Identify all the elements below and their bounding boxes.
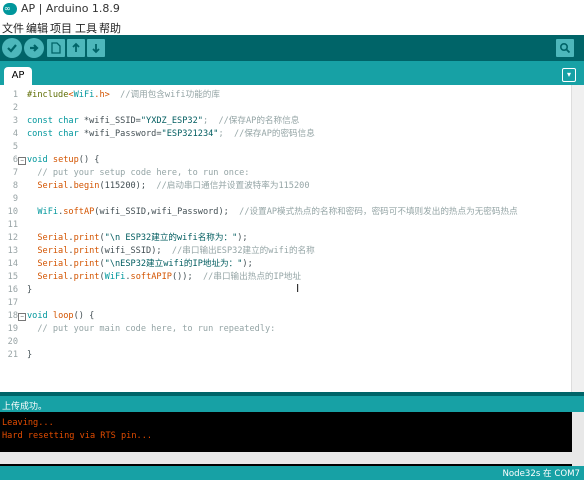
line-number: 5: [12, 142, 18, 152]
code-line[interactable]: 11: [0, 219, 584, 232]
code-editor[interactable]: 1 #include<WiFi.h> //调用包含wifi功能的库 2 3 const …: [0, 85, 584, 392]
status-message: 上传成功。: [2, 402, 48, 412]
line-number: 20: [7, 337, 18, 347]
code-line[interactable]: 14 Serial.print("\nESP32建立wifi的IP地址为：");: [0, 258, 584, 271]
tabs-bar: AP ▾: [0, 61, 584, 85]
code-text: const char *wifi_Password="ESP321234"; /…: [27, 129, 315, 139]
code-text: const char *wifi_SSID="YXDZ_ESP32"; //保存…: [27, 116, 300, 126]
code-line[interactable]: 8 Serial.begin(115200); //启动串口通信并设置波特率为1…: [0, 180, 584, 193]
code-line[interactable]: 4 const char *wifi_Password="ESP321234"; …: [0, 128, 584, 141]
code-line[interactable]: 16}: [0, 284, 584, 297]
window-title: AP | Arduino 1.8.9: [21, 2, 120, 15]
code-text: void setup() {: [27, 155, 100, 165]
line-number: 9: [12, 194, 18, 204]
save-button[interactable]: [87, 39, 105, 57]
editor-vertical-scrollbar[interactable]: [571, 85, 584, 392]
line-number: 19: [7, 324, 18, 334]
arduino-logo-icon: ∞: [3, 3, 17, 15]
code-line[interactable]: 21}: [0, 349, 584, 362]
code-line[interactable]: 5: [0, 141, 584, 154]
menu-tools[interactable]: 工具: [75, 20, 97, 36]
line-number: 18: [7, 311, 18, 321]
status-bar: 上传成功。: [0, 392, 584, 412]
code-text: }: [27, 350, 33, 360]
menu-bar: 文件 编辑 项目 工具 帮助: [0, 19, 584, 35]
console-scrollbar[interactable]: [572, 412, 584, 466]
line-number: 2: [12, 103, 18, 113]
fold-toggle-icon[interactable]: −: [18, 157, 26, 165]
line-number: 21: [7, 350, 18, 360]
code-text: Serial.print(WiFi.softAPIP()); //串口输出热点的…: [37, 272, 302, 282]
code-text: Serial.print("\n ESP32建立的wifi名称为：");: [37, 233, 248, 243]
code-line[interactable]: 6− void setup() {: [0, 154, 584, 167]
check-icon: [7, 44, 17, 53]
menu-file[interactable]: 文件: [2, 20, 24, 36]
tab-menu-button[interactable]: ▾: [562, 68, 576, 82]
fold-toggle-icon[interactable]: −: [18, 313, 26, 321]
code-line[interactable]: 12 Serial.print("\n ESP32建立的wifi名称为：");: [0, 232, 584, 245]
new-file-icon: [51, 42, 61, 54]
code-text: // put your main code here, to run repea…: [27, 324, 276, 334]
code-line[interactable]: 7 // put your setup code here, to run on…: [0, 167, 584, 180]
board-port-label: Node32s 在 COM7: [502, 469, 580, 479]
line-number: 7: [12, 168, 18, 178]
menu-edit[interactable]: 编辑: [26, 20, 48, 36]
code-line[interactable]: 10 WiFi.softAP(wifi_SSID,wifi_Password);…: [0, 206, 584, 219]
arrow-right-icon: [30, 44, 39, 52]
board-status-bar: Node32s 在 COM7: [0, 466, 584, 480]
code-text: void loop() {: [27, 311, 95, 321]
magnifier-icon: [559, 42, 571, 54]
code-line[interactable]: 3 const char *wifi_SSID="YXDZ_ESP32"; //保…: [0, 115, 584, 128]
code-line[interactable]: 19 // put your main code here, to run re…: [0, 323, 584, 336]
console-horizontal-scrollbar[interactable]: [0, 452, 572, 464]
menu-sketch[interactable]: 项目: [50, 20, 72, 36]
code-text: Serial.begin(115200); //启动串口通信并设置波特率为115…: [37, 181, 310, 191]
upload-button[interactable]: [24, 38, 44, 58]
code-text: #include<WiFi.h> //调用包含wifi功能的库: [27, 90, 220, 100]
line-number: 13: [7, 246, 18, 256]
open-button[interactable]: [67, 39, 85, 57]
code-text: WiFi.softAP(wifi_SSID,wifi_Password); //…: [37, 207, 518, 217]
code-line[interactable]: 2: [0, 102, 584, 115]
line-number: 8: [12, 181, 18, 191]
line-number: 12: [7, 233, 18, 243]
tab-ap[interactable]: AP: [4, 67, 32, 85]
serial-monitor-button[interactable]: [556, 39, 574, 57]
code-line[interactable]: 20: [0, 336, 584, 349]
line-number: 16: [7, 285, 18, 295]
line-number: 10: [7, 207, 18, 217]
code-line[interactable]: 1 #include<WiFi.h> //调用包含wifi功能的库: [0, 89, 584, 102]
code-line[interactable]: 15 Serial.print(WiFi.softAPIP()); //串口输出…: [0, 271, 584, 284]
code-line[interactable]: 9: [0, 193, 584, 206]
code-line[interactable]: 13 Serial.print(wifi_SSID); //串口输出ESP32建…: [0, 245, 584, 258]
line-number: 6: [12, 155, 18, 165]
line-number: 11: [7, 220, 18, 230]
line-number: 14: [7, 259, 18, 269]
arrow-up-icon: [72, 42, 80, 52]
code-text: Serial.print("\nESP32建立wifi的IP地址为：");: [37, 259, 253, 269]
code-line[interactable]: 17: [0, 297, 584, 310]
line-number: 15: [7, 272, 18, 282]
verify-button[interactable]: [2, 38, 22, 58]
line-number: 17: [7, 298, 18, 308]
menu-help[interactable]: 帮助: [99, 20, 121, 36]
toolbar: [0, 35, 584, 61]
code-text: // put your setup code here, to run once…: [27, 168, 250, 178]
line-number: 4: [12, 129, 18, 139]
new-button[interactable]: [47, 39, 65, 57]
text-cursor-icon: I: [296, 282, 300, 295]
title-bar: ∞ AP | Arduino 1.8.9: [0, 0, 584, 20]
line-number: 1: [12, 90, 18, 100]
code-line[interactable]: 18− void loop() {: [0, 310, 584, 323]
code-text: }: [27, 285, 33, 295]
console-line: Leaving...: [2, 418, 54, 428]
code-text: Serial.print(wifi_SSID); //串口输出ESP32建立的w…: [37, 246, 315, 256]
console-line: Hard resetting via RTS pin...: [2, 431, 153, 441]
arrow-down-icon: [92, 44, 100, 54]
line-number: 3: [12, 116, 18, 126]
